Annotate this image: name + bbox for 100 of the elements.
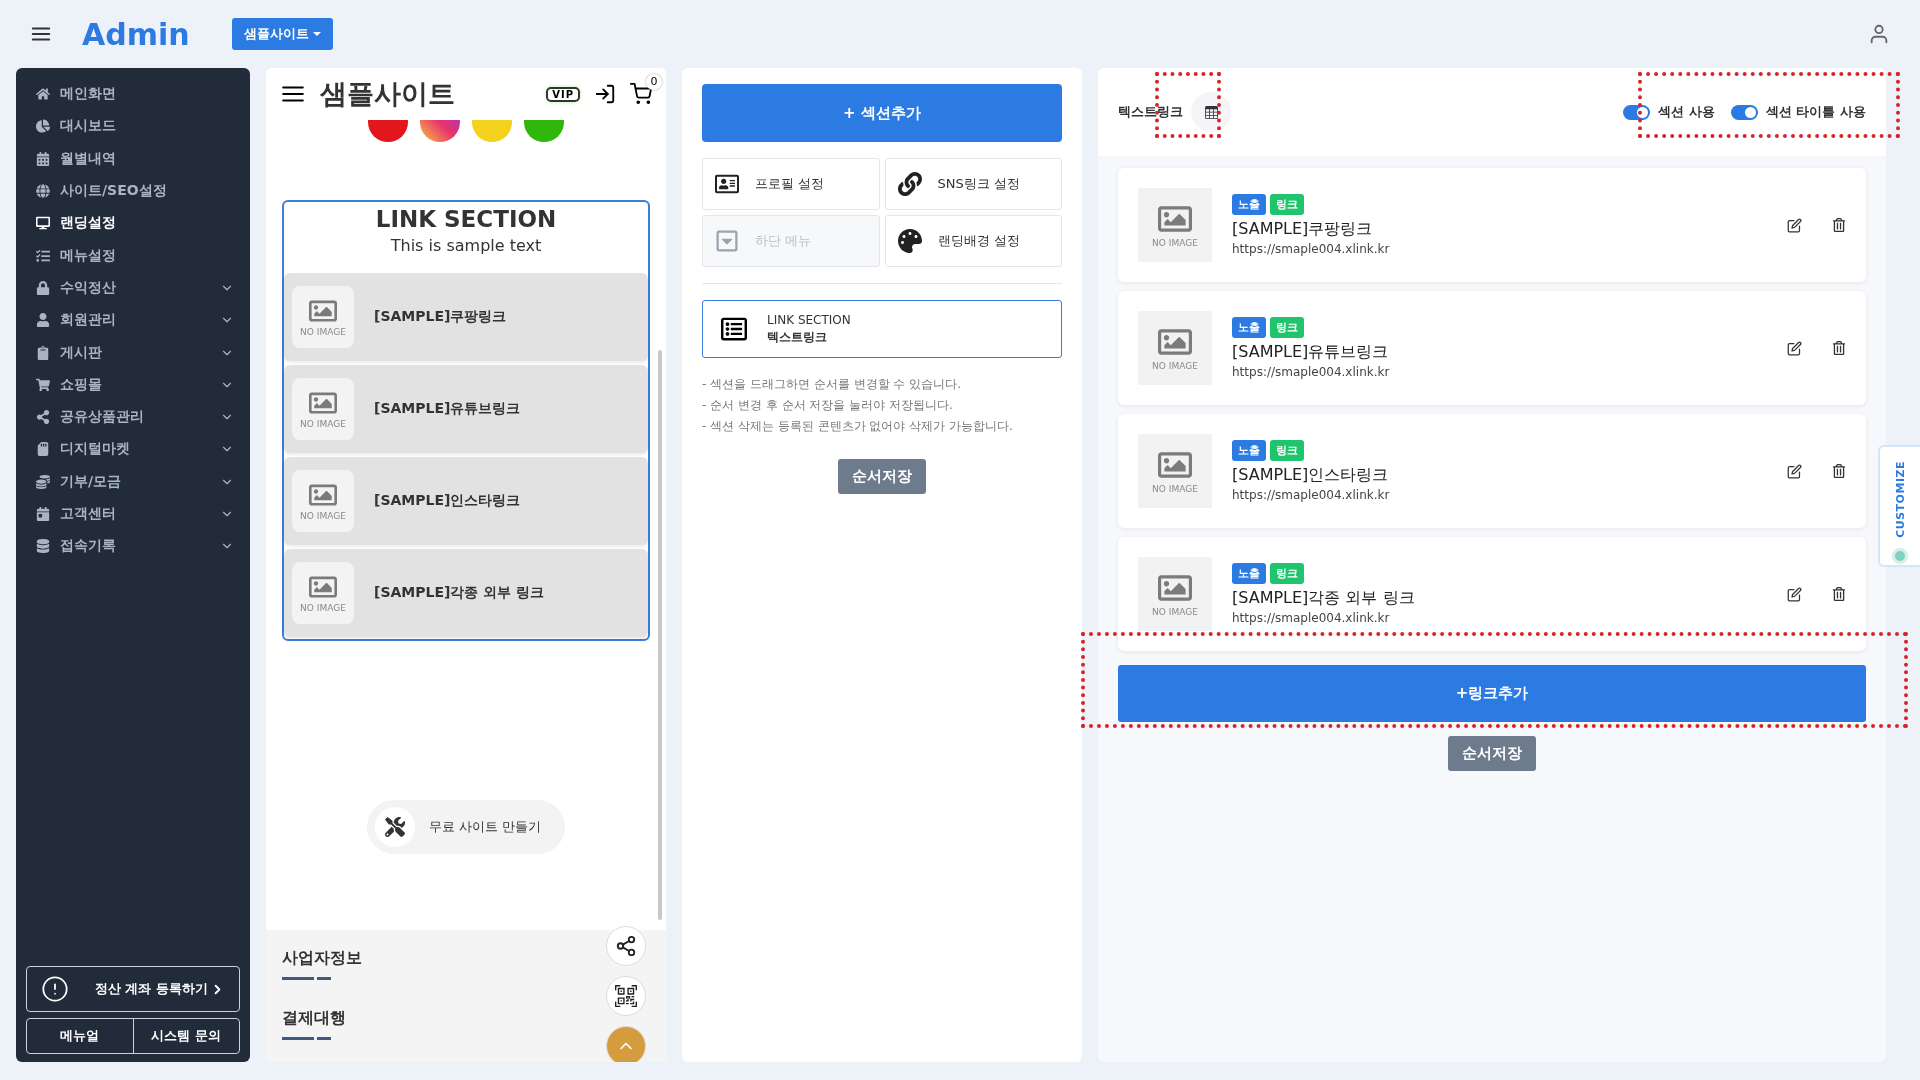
calendar-icon (36, 507, 50, 521)
link-card[interactable]: NO IMAGE 노출 링크 [SAMPLE]인스타링크 https://smaple004.xlink.kr (1118, 414, 1866, 528)
sidebar-item[interactable]: 접속기록 (16, 530, 250, 563)
link-item[interactable]: NO IMAGE [SAMPLE]쿠팡링크 (284, 273, 648, 361)
link-title: [SAMPLE]인스타링크 (1232, 465, 1390, 486)
save-order-button[interactable]: 순서저장 (1448, 736, 1536, 771)
account-register-button[interactable]: 정산 계좌 등록하기 (26, 966, 240, 1012)
no-image-text: NO IMAGE (300, 603, 346, 613)
sidebar-item[interactable]: 월별내역 (16, 142, 250, 175)
site-title: 샘플사이트 (320, 77, 456, 111)
monitor-icon (36, 216, 50, 231)
pie-chart-icon (36, 119, 50, 134)
sidebar-item[interactable]: 고객센터 (16, 497, 250, 531)
sidebar-item[interactable]: 메뉴설정 (16, 239, 250, 272)
link-url: https://smaple004.xlink.kr (1232, 365, 1391, 379)
delete-button[interactable] (1832, 218, 1846, 232)
lock-icon (36, 280, 50, 295)
edit-button[interactable] (1787, 340, 1802, 356)
link-item[interactable]: NO IMAGE [SAMPLE]각종 외부 링크 (284, 549, 648, 637)
user-icon (36, 313, 50, 328)
edit-icon (1787, 586, 1802, 602)
database-icon (36, 539, 50, 554)
link-item[interactable]: NO IMAGE [SAMPLE]유튜브링크 (284, 365, 648, 453)
sidebar-item[interactable]: 메인화면 (16, 78, 250, 111)
status-tag: 링크 (1270, 194, 1304, 215)
section-subtitle: This is sample text (389, 236, 543, 255)
sidebar-item[interactable]: 디지털마켓 (16, 433, 250, 466)
share-icon (615, 935, 637, 957)
clipboard-icon (36, 345, 50, 360)
edit-button[interactable] (1787, 586, 1802, 602)
checklist-icon (36, 248, 50, 263)
user-icon[interactable] (1868, 23, 1890, 45)
customize-tab[interactable]: CUSTOMIZE (1878, 445, 1920, 567)
delete-button[interactable] (1832, 587, 1846, 601)
edit-icon (1787, 463, 1802, 479)
settings-tile[interactable]: SNS링크 설정 (884, 158, 1062, 210)
id-card-icon (715, 172, 739, 196)
cart-count: 0 (646, 74, 662, 90)
link-title: [SAMPLE]쿠팡링크 (1232, 219, 1374, 240)
tools-icon (384, 817, 405, 837)
save-order-button[interactable]: 순서저장 (838, 459, 926, 494)
help-note: - 섹션을 드래그하면 순서를 변경할 수 있습니다. (702, 376, 963, 393)
sidebar-item[interactable]: 수익정산 (16, 271, 250, 305)
sd-card-icon (36, 442, 50, 457)
settings-tile[interactable]: 랜딩배경 설정 (884, 215, 1062, 267)
sidebar-item[interactable]: 대시보드 (16, 110, 250, 143)
calendar-icon (36, 151, 50, 166)
sidebar-item[interactable]: 랜딩설정 (16, 207, 250, 240)
sidebar-item[interactable]: 사이트/SEO설정 (16, 174, 250, 208)
edit-icon (1787, 217, 1802, 233)
link-icon (897, 172, 922, 196)
footer-section-title[interactable]: 사업자정보 (282, 948, 362, 969)
sidebar-item[interactable]: 쇼핑몰 (16, 368, 250, 401)
section-type: LINK SECTION (767, 312, 851, 327)
status-tag: 링크 (1270, 317, 1304, 338)
delete-button[interactable] (1832, 464, 1846, 478)
edit-button[interactable] (1787, 463, 1802, 479)
status-tag: 노출 (1232, 563, 1266, 584)
footer-section-title[interactable]: 결제대행 (282, 1008, 346, 1029)
toggle-label[interactable]: 섹션 타이틀 사용 (1730, 103, 1866, 121)
add-link-button[interactable]: +링크추가 (1118, 665, 1866, 722)
add-section-button[interactable]: + 섹션추가 (702, 84, 1062, 142)
sidebar-item[interactable]: 게시판 (16, 336, 250, 369)
edit-icon (1787, 340, 1802, 356)
toggle-switch[interactable] (1623, 104, 1651, 120)
no-image-text: NO IMAGE (1152, 607, 1198, 617)
cart-icon[interactable] (630, 83, 652, 105)
sidebar-item[interactable]: 회원관리 (16, 304, 250, 337)
sidebar-footer-button[interactable]: 시스템 문의 (132, 1019, 239, 1053)
scrollbar[interactable] (658, 350, 662, 920)
settings-tile[interactable]: 프로필 설정 (702, 158, 880, 210)
help-note: - 순서 변경 후 순서 저장을 눌러야 저장됩니다. (702, 397, 954, 414)
sidebar-footer-button[interactable]: 메뉴얼 (27, 1019, 133, 1053)
qr-code-icon (615, 985, 637, 1007)
alert-icon (41, 975, 69, 1003)
sidebar-item[interactable]: 기부/모금 (16, 465, 250, 498)
link-url: https://smaple004.xlink.kr (1232, 488, 1391, 502)
make-site-button[interactable]: 무료 사이트 만들기 (366, 800, 566, 854)
brand-logo: Admin (82, 16, 191, 52)
section-item[interactable]: LINK SECTION 텍스트링크 (702, 300, 1062, 358)
layout-button[interactable] (1191, 92, 1231, 132)
toggle-label[interactable]: 섹션 사용 (1623, 103, 1715, 121)
trash-icon (1832, 341, 1846, 355)
no-image-text: NO IMAGE (1152, 484, 1198, 494)
dropdown-icon (715, 229, 739, 253)
section-title: LINK SECTION (374, 205, 558, 232)
cart-icon (36, 377, 50, 392)
coins-icon (36, 474, 50, 489)
link-card[interactable]: NO IMAGE 노출 링크 [SAMPLE]쿠팡링크 https://smaple004.xlink.kr (1118, 168, 1866, 282)
link-item[interactable]: NO IMAGE [SAMPLE]인스타링크 (284, 457, 648, 545)
edit-button[interactable] (1787, 217, 1802, 233)
link-card[interactable]: NO IMAGE 노출 링크 [SAMPLE]각종 외부 링크 https://smaple004.xlink.kr (1118, 537, 1866, 651)
delete-button[interactable] (1832, 341, 1846, 355)
site-selector[interactable]: 샘플사이트 (232, 18, 333, 50)
no-image-text: NO IMAGE (300, 419, 346, 429)
sidebar-item[interactable]: 공유상품관리 (16, 400, 250, 434)
login-icon[interactable] (594, 83, 616, 105)
no-image-text: NO IMAGE (1152, 238, 1198, 248)
toggle-switch[interactable] (1730, 104, 1758, 120)
link-card[interactable]: NO IMAGE 노출 링크 [SAMPLE]유튜브링크 https://smaple004.xlink.kr (1118, 291, 1866, 405)
